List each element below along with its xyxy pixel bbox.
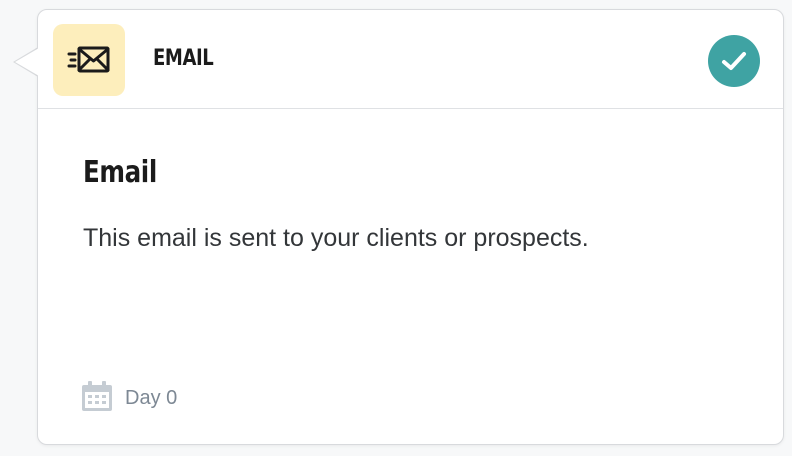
email-step-card-container: EMAIL Email This email is sent to your c… [0,0,792,456]
calendar-icon [81,380,113,417]
schedule-info: Day 0 [81,380,177,417]
completed-check-icon[interactable] [708,35,760,87]
email-step-card[interactable]: EMAIL Email This email is sent to your c… [37,9,784,445]
step-type-title: EMAIL [153,46,214,71]
day-label: Day 0 [125,387,178,409]
card-header: EMAIL [38,10,783,109]
card-pointer-fill [15,48,39,76]
email-title: Email [83,155,157,190]
email-description: This email is sent to your clients or pr… [83,224,589,252]
email-send-icon [53,24,125,96]
